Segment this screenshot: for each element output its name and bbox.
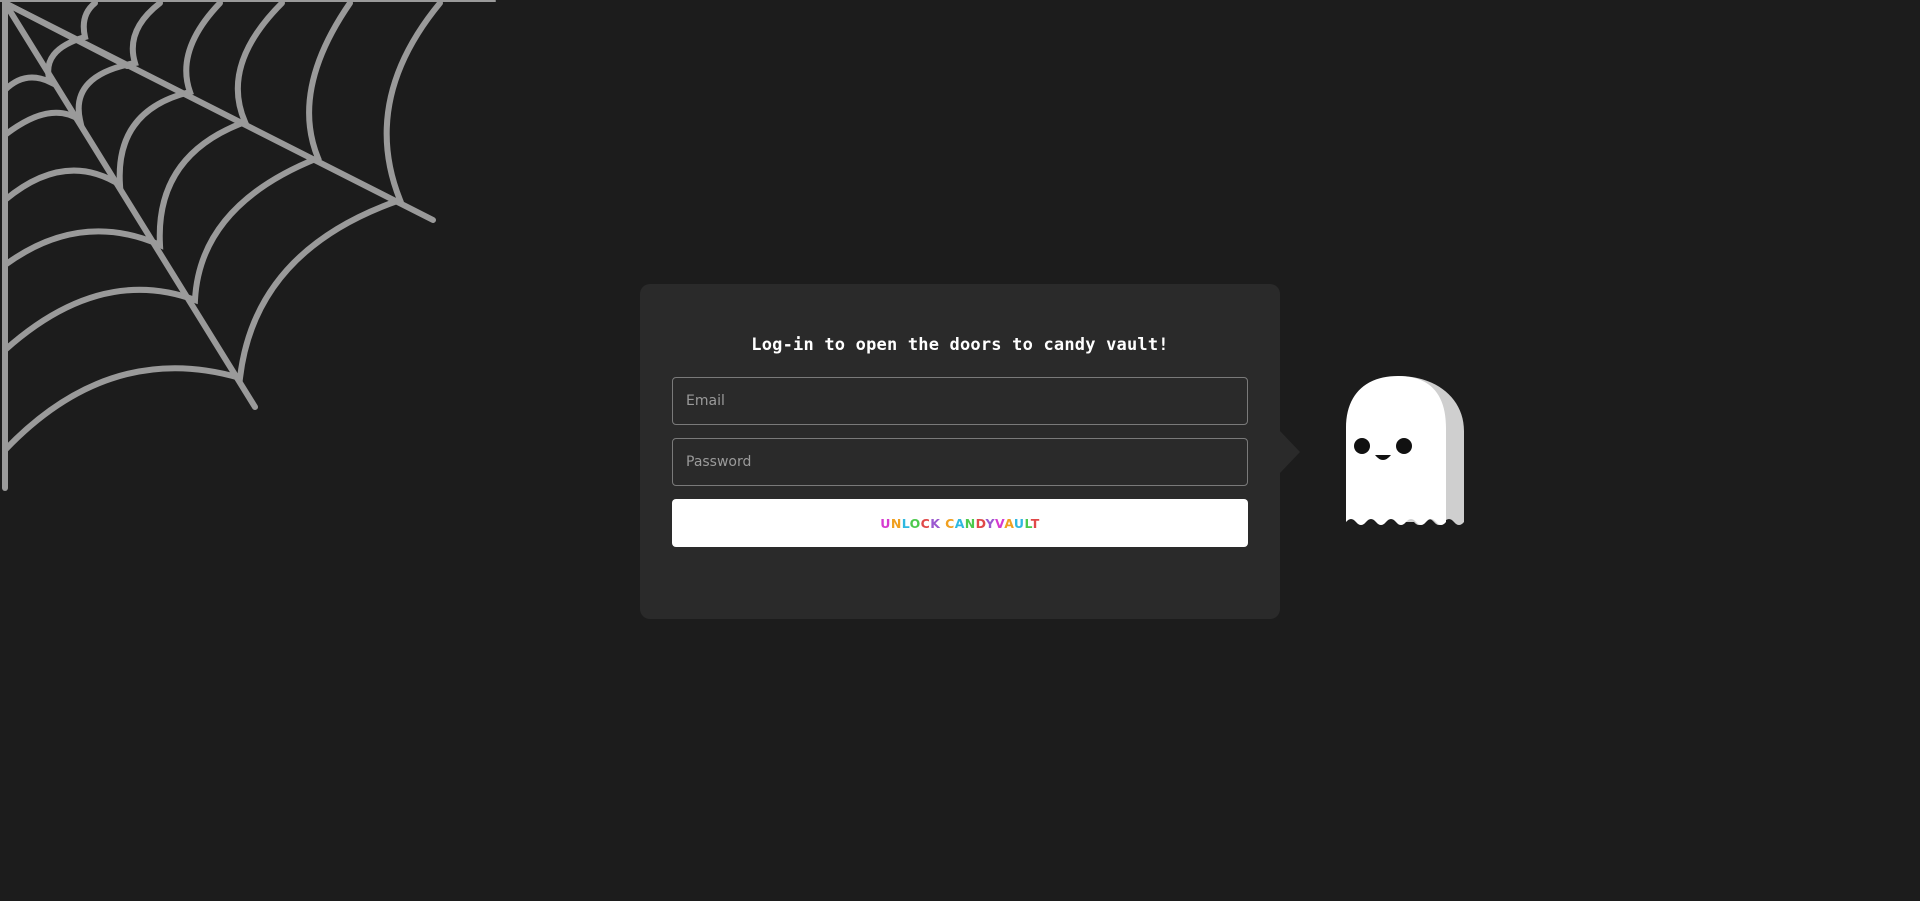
button-letter: K — [930, 515, 941, 531]
button-letter: D — [975, 515, 986, 531]
card-pointer — [1280, 431, 1300, 473]
button-letter: Y — [985, 515, 995, 531]
login-card: Log-in to open the doors to candy vault!… — [640, 284, 1280, 619]
button-letter: A — [1004, 515, 1014, 531]
button-letter: N — [890, 515, 902, 531]
email-field[interactable] — [672, 377, 1248, 425]
button-letter: T — [1030, 515, 1040, 531]
button-letter: L — [901, 515, 910, 531]
spider-web-icon — [0, 0, 496, 491]
button-letter: N — [964, 515, 976, 531]
password-field[interactable] — [672, 438, 1248, 486]
button-letter: A — [954, 515, 965, 531]
button-letter: U — [1013, 515, 1025, 531]
ghost-icon — [1346, 376, 1464, 525]
button-letter: C — [945, 515, 955, 531]
button-letter: O — [909, 515, 921, 531]
button-letter: U — [880, 515, 891, 531]
unlock-candyvault-button[interactable]: UNLOCK CANDYVAULT — [672, 499, 1248, 547]
button-letter: C — [920, 515, 931, 531]
button-letter: V — [994, 515, 1005, 531]
login-heading: Log-in to open the doors to candy vault! — [751, 335, 1169, 355]
